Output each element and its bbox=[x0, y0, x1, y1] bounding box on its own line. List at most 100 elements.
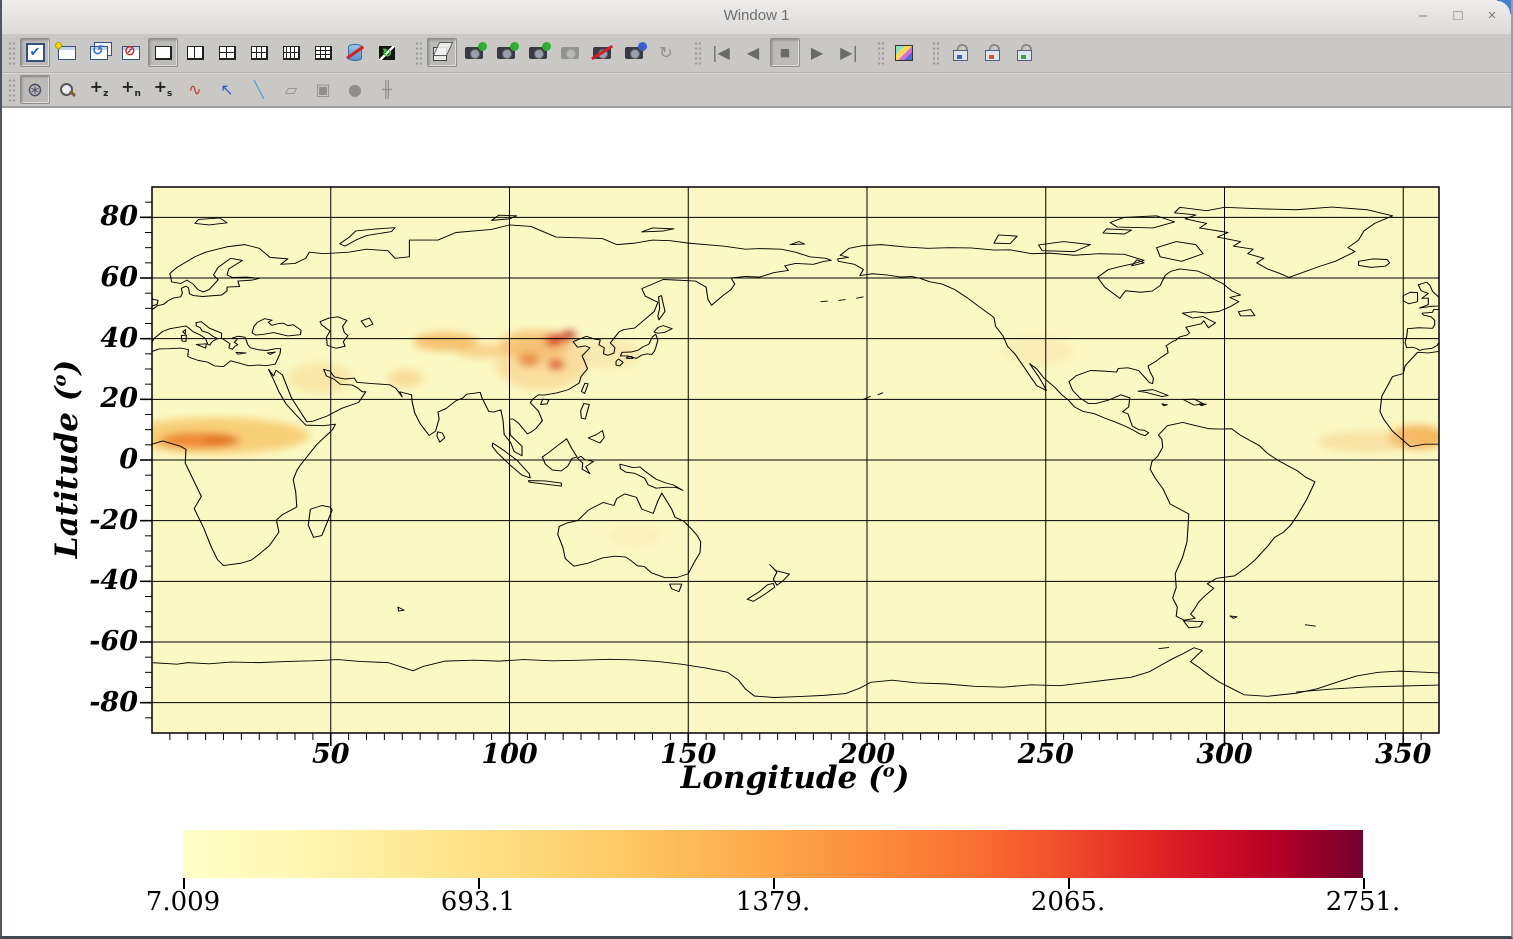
layout-1x1-button[interactable] bbox=[148, 38, 178, 67]
hotspot-china-hotspot-2 bbox=[561, 331, 575, 341]
pick-mode-button[interactable]: ↖ bbox=[212, 75, 242, 104]
spin-view-button[interactable]: ↻ bbox=[372, 38, 402, 67]
padlock-icon bbox=[1017, 45, 1030, 61]
previous-frame-button[interactable]: |◀ bbox=[706, 38, 736, 67]
plus-n-icon: +n bbox=[121, 79, 141, 99]
hotspot-sahel-east bbox=[238, 424, 302, 442]
toolbar-drag-handle[interactable] bbox=[415, 41, 422, 65]
plus-s-icon: +s bbox=[154, 79, 173, 99]
lock-time-button[interactable] bbox=[976, 38, 1006, 67]
remove-view-camera-button[interactable] bbox=[587, 38, 617, 67]
hotspot-australia-interior bbox=[606, 524, 663, 548]
layout-grid-icon bbox=[251, 46, 268, 60]
y-tick-label--60: -60 bbox=[50, 625, 138, 659]
navigate-mode-icon: ⊛ bbox=[27, 79, 43, 101]
hotspot-bodele-core bbox=[204, 435, 240, 446]
box-tool-button[interactable]: ▣ bbox=[308, 75, 338, 104]
layout-grid-icon bbox=[155, 46, 172, 60]
navigate-mode-button[interactable]: ⊛ bbox=[20, 75, 50, 104]
lineout-mode-button[interactable]: ∿ bbox=[180, 75, 210, 104]
y-axis-title: Latitude (o) bbox=[49, 304, 85, 614]
hotspot-thar-desert bbox=[388, 369, 424, 387]
perspective-toggle-button[interactable] bbox=[427, 38, 457, 67]
layout-2x2-button[interactable] bbox=[212, 38, 242, 67]
lock-tools-button[interactable] bbox=[1008, 38, 1038, 67]
clear-plots-button[interactable] bbox=[340, 38, 370, 67]
colorbar-label-2065.: 2065. bbox=[1008, 887, 1128, 917]
toolbar-drag-handle[interactable] bbox=[932, 41, 939, 65]
play-reverse-icon: ◀ bbox=[747, 43, 759, 62]
axis-restriction-tool-button[interactable]: ╫ bbox=[372, 75, 402, 104]
minimize-button[interactable]: – bbox=[1410, 4, 1436, 28]
play-forward-button[interactable]: ▶ bbox=[802, 38, 832, 67]
toolbar-drag-handle[interactable] bbox=[877, 41, 884, 65]
new-window-button[interactable] bbox=[52, 38, 82, 67]
x-tick-label-250: 250 bbox=[1001, 739, 1091, 770]
reset-view-camera-button[interactable] bbox=[459, 38, 489, 67]
pick-mode-icon: ↖ bbox=[220, 80, 233, 99]
delete-window-button[interactable]: ⊘ bbox=[116, 38, 146, 67]
box-tool-icon: ▣ bbox=[315, 80, 330, 99]
clone-window-button[interactable]: ↺ bbox=[84, 38, 114, 67]
save-view-camera-button[interactable] bbox=[619, 38, 649, 67]
zoom-mode-button[interactable] bbox=[52, 75, 82, 104]
x-tick-label-100: 100 bbox=[465, 739, 555, 770]
hotspot-china-pacific-plume bbox=[577, 339, 641, 369]
sphere-tool-button[interactable]: ● bbox=[340, 75, 370, 104]
delete-window-icon: ⊘ bbox=[122, 46, 140, 60]
next-frame-button[interactable]: ▶| bbox=[834, 38, 864, 67]
toolbar-drag-handle[interactable] bbox=[8, 41, 15, 65]
clear-plots-icon bbox=[348, 44, 362, 61]
active-window-toggle-button[interactable]: ✔ bbox=[20, 38, 50, 67]
padlock-icon bbox=[985, 45, 998, 61]
plane-tool-icon: ▱ bbox=[285, 80, 297, 99]
play-reverse-button[interactable]: ◀ bbox=[738, 38, 768, 67]
stop-animation-icon: ■ bbox=[780, 46, 790, 59]
hotspot-us-southwest bbox=[1003, 336, 1075, 366]
title-bar[interactable]: Window 1 – □ × bbox=[2, 0, 1511, 34]
hotspot-china-hotspot-3 bbox=[548, 359, 564, 371]
toolbar-drag-handle[interactable] bbox=[8, 78, 15, 102]
zone-pick-mode-button[interactable]: +z bbox=[84, 75, 114, 104]
y-tick-label-80: 80 bbox=[50, 200, 138, 234]
x-tick-label-50: 50 bbox=[286, 739, 376, 770]
camera-icon bbox=[593, 47, 611, 59]
toolbar-drag-handle[interactable] bbox=[694, 41, 701, 65]
world-map-heatmap[interactable] bbox=[152, 187, 1439, 733]
node-pick-mode-button[interactable]: +n bbox=[116, 75, 146, 104]
hotspot-atlantic-dust-plume bbox=[1317, 431, 1417, 452]
save-window-image-button[interactable] bbox=[889, 38, 919, 67]
layout-2x3-button[interactable] bbox=[244, 38, 274, 67]
choose-center-of-rotation-button[interactable]: ↻ bbox=[651, 38, 681, 67]
layout-2x4-button[interactable] bbox=[276, 38, 306, 67]
perspective-cube-icon bbox=[433, 47, 447, 61]
hotspot-china-hotspot-1 bbox=[545, 334, 563, 346]
redo-view-camera-button[interactable] bbox=[555, 38, 585, 67]
play-forward-icon: ▶ bbox=[811, 43, 823, 62]
map-background bbox=[152, 187, 1439, 733]
undo-view-camera-button[interactable] bbox=[523, 38, 553, 67]
recenter-view-camera-button[interactable] bbox=[491, 38, 521, 67]
stop-animation-button[interactable]: ■ bbox=[770, 38, 800, 67]
tools-toolbar: ⊛ +z +n +s ∿ ↖ ╲ ▱ ▣ ●╫ bbox=[2, 73, 1511, 108]
colorbar-label-1379.: 1379. bbox=[713, 887, 833, 917]
layout-3x3-button[interactable] bbox=[308, 38, 338, 67]
lock-view-button[interactable] bbox=[944, 38, 974, 67]
new-window-icon bbox=[58, 46, 76, 60]
window-toolbar: ✔ ↺ ⊘ ↻ ↻ |◀ ◀ ■ ▶ ▶| bbox=[2, 33, 1511, 73]
layout-grid-icon bbox=[283, 46, 300, 60]
spreadsheet-pick-mode-button[interactable]: +s bbox=[148, 75, 178, 104]
next-frame-icon: ▶| bbox=[840, 43, 858, 62]
plot-canvas: 50100150200250300350806040200-20-40-60-8… bbox=[2, 108, 1511, 939]
clone-window-icon: ↺ bbox=[90, 46, 108, 60]
line-tool-button[interactable]: ╲ bbox=[244, 75, 274, 104]
plane-tool-button[interactable]: ▱ bbox=[276, 75, 306, 104]
layout-1x2-button[interactable] bbox=[180, 38, 210, 67]
padlock-icon bbox=[953, 45, 966, 61]
camera-icon bbox=[497, 47, 515, 59]
x-tick-label-350: 350 bbox=[1358, 739, 1448, 770]
hotspot-china-hotspot-4 bbox=[518, 353, 539, 367]
layout-grid-icon bbox=[315, 46, 332, 60]
maximize-button[interactable]: □ bbox=[1445, 4, 1471, 28]
previous-frame-icon: |◀ bbox=[712, 43, 730, 62]
